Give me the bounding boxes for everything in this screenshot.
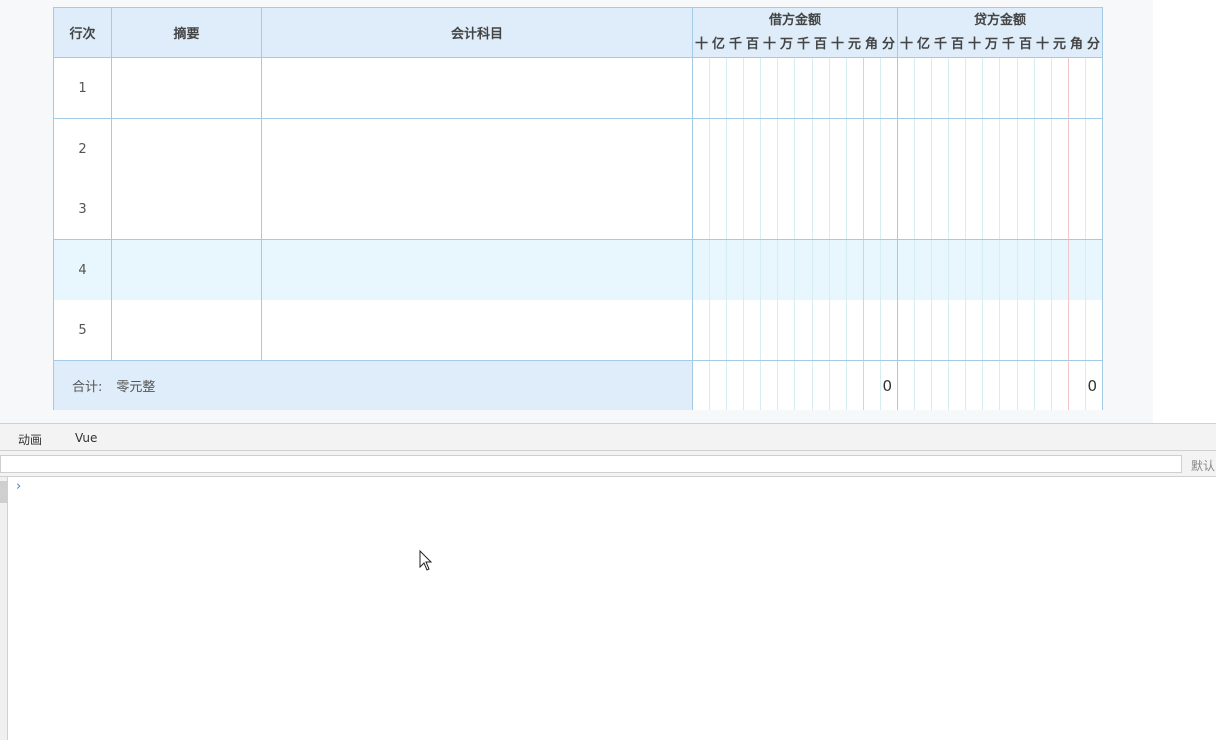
credit-cell[interactable] <box>898 179 1102 239</box>
credit-title: 贷方金额 <box>973 13 1026 28</box>
account-cell[interactable] <box>262 119 693 179</box>
console-filter-bar: 默认 <box>0 451 1216 477</box>
credit-total-value: 0 <box>1087 376 1097 395</box>
digit-unit: 千 <box>728 36 742 52</box>
header-credit: 贷方金额 十 亿 千 百 十 万 千 百 十 元 角 分 <box>898 8 1102 57</box>
table-row-highlighted: 4 <box>54 240 1102 301</box>
header-row-no: 行次 <box>54 8 112 57</box>
summary-cell[interactable] <box>112 240 262 300</box>
mouse-pointer-icon <box>419 550 433 571</box>
header-account: 会计科目 <box>262 8 693 57</box>
table-row: 1 <box>54 58 1102 119</box>
credit-total-cell: 0 <box>898 361 1102 410</box>
console-gutter <box>0 477 8 740</box>
voucher-table: 行次 摘要 会计科目 借方金额 十 亿 千 百 十 万 千 百 十 元 角 分 … <box>53 7 1103 410</box>
gutter-marker <box>0 481 7 503</box>
header-summary: 摘要 <box>112 8 262 57</box>
header-debit: 借方金额 十 亿 千 百 十 万 千 百 十 元 角 分 <box>693 8 898 57</box>
digit-unit: 元 <box>847 36 861 52</box>
digit-unit: 千 <box>1001 36 1015 52</box>
debit-digit-units: 十 亿 千 百 十 万 千 百 十 元 角 分 <box>693 30 897 54</box>
debit-title: 借方金额 <box>768 13 821 28</box>
credit-cell[interactable] <box>898 58 1102 118</box>
console-filter-input[interactable] <box>0 455 1182 473</box>
digit-unit: 万 <box>779 36 793 52</box>
digit-unit: 十 <box>967 36 981 52</box>
digit-unit: 亿 <box>916 36 930 52</box>
digit-unit: 千 <box>933 36 947 52</box>
debit-total-value: 0 <box>882 376 892 395</box>
digit-unit: 角 <box>1069 36 1083 52</box>
total-amount-words: 零元整 <box>116 380 156 395</box>
digit-unit: 十 <box>694 36 708 52</box>
console-panel[interactable]: › <box>0 477 1216 740</box>
total-label: 合计: <box>72 380 103 395</box>
row-number: 5 <box>54 300 112 360</box>
debit-total-cell: 0 <box>693 361 898 410</box>
credit-digit-units: 十 亿 千 百 十 万 千 百 十 元 角 分 <box>898 30 1102 54</box>
account-cell[interactable] <box>262 58 693 118</box>
tab-vue[interactable]: Vue <box>75 431 97 445</box>
digit-unit: 百 <box>745 36 759 52</box>
debit-cell[interactable] <box>693 58 898 118</box>
digit-unit: 十 <box>899 36 913 52</box>
row-number: 1 <box>54 58 112 118</box>
summary-cell[interactable] <box>112 119 262 179</box>
digit-unit: 分 <box>1086 36 1100 52</box>
credit-cell[interactable] <box>898 240 1102 300</box>
row-number: 3 <box>54 179 112 239</box>
digit-unit: 分 <box>881 36 895 52</box>
digit-unit: 元 <box>1052 36 1066 52</box>
account-cell[interactable] <box>262 300 693 360</box>
row-number: 2 <box>54 119 112 179</box>
debit-cell[interactable] <box>693 300 898 360</box>
digit-unit: 亿 <box>711 36 725 52</box>
total-label-cell: 合计: 零元整 <box>54 361 693 410</box>
digit-unit: 十 <box>1035 36 1049 52</box>
table-row: 3 <box>54 179 1102 240</box>
table-row: 5 <box>54 300 1102 361</box>
tab-animations[interactable]: 动画 <box>18 431 42 448</box>
debit-cell[interactable] <box>693 119 898 179</box>
devtools-tab-bar: 动画 Vue <box>0 423 1216 451</box>
summary-cell[interactable] <box>112 58 262 118</box>
digit-unit: 十 <box>762 36 776 52</box>
table-header: 行次 摘要 会计科目 借方金额 十 亿 千 百 十 万 千 百 十 元 角 分 … <box>54 8 1102 58</box>
account-cell[interactable] <box>262 240 693 300</box>
digit-unit: 千 <box>796 36 810 52</box>
digit-unit: 百 <box>813 36 827 52</box>
table-row: 2 <box>54 119 1102 180</box>
row-number: 4 <box>54 240 112 300</box>
page-content: 行次 摘要 会计科目 借方金额 十 亿 千 百 十 万 千 百 十 元 角 分 … <box>0 0 1153 423</box>
page-area: 行次 摘要 会计科目 借方金额 十 亿 千 百 十 万 千 百 十 元 角 分 … <box>0 0 1216 423</box>
credit-cell[interactable] <box>898 119 1102 179</box>
console-prompt-icon[interactable]: › <box>16 479 21 494</box>
digit-unit: 百 <box>950 36 964 52</box>
debit-cell[interactable] <box>693 240 898 300</box>
log-level-dropdown[interactable]: 默认 <box>1191 457 1215 474</box>
debit-cell[interactable] <box>693 179 898 239</box>
digit-unit: 角 <box>864 36 878 52</box>
total-row: 合计: 零元整 0 0 <box>54 361 1102 410</box>
summary-cell[interactable] <box>112 300 262 360</box>
credit-cell[interactable] <box>898 300 1102 360</box>
summary-cell[interactable] <box>112 179 262 239</box>
digit-unit: 百 <box>1018 36 1032 52</box>
account-cell[interactable] <box>262 179 693 239</box>
digit-unit: 万 <box>984 36 998 52</box>
digit-unit: 十 <box>830 36 844 52</box>
